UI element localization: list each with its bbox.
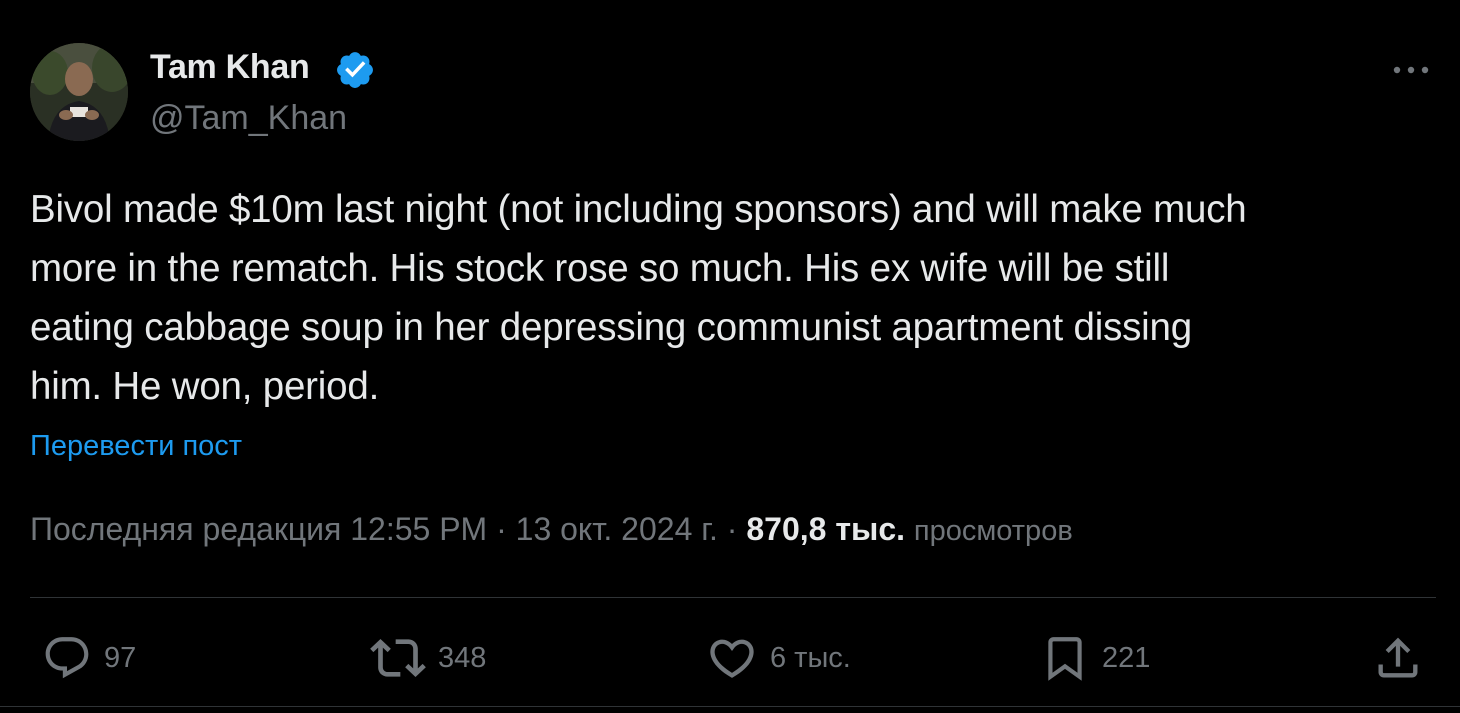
heart-icon bbox=[710, 639, 754, 678]
bookmark-button[interactable]: 221 bbox=[1040, 628, 1150, 688]
tweet-date[interactable]: 13 окт. 2024 г. bbox=[516, 511, 718, 547]
author-handle[interactable]: @Tam_Khan bbox=[150, 99, 347, 138]
translate-post-link[interactable]: Перевести пост bbox=[30, 430, 242, 463]
tweet-text: Bivol made $10m last night (not includin… bbox=[30, 188, 1247, 408]
avatar-image bbox=[30, 43, 128, 141]
meta-separator: · bbox=[496, 511, 507, 547]
reply-button[interactable]: 97 bbox=[42, 628, 136, 688]
edited-label[interactable]: Последняя редакция bbox=[30, 511, 341, 547]
divider bbox=[30, 597, 1436, 598]
author-name[interactable]: Tam Khan bbox=[150, 48, 310, 87]
repost-icon bbox=[370, 639, 426, 677]
action-bar: 97 348 6 тыс. 221 bbox=[0, 628, 1460, 688]
views-count[interactable]: 870,8 тыс. bbox=[746, 511, 905, 547]
reply-count: 97 bbox=[104, 641, 137, 674]
views-label[interactable]: просмотров bbox=[914, 515, 1073, 547]
like-button[interactable]: 6 тыс. bbox=[706, 628, 851, 688]
more-options-button[interactable] bbox=[1388, 52, 1434, 88]
tweet-meta: Последняя редакция 12:55 PM · 13 окт. 20… bbox=[30, 511, 1073, 548]
reply-bubble-icon bbox=[45, 637, 89, 679]
tweet-time[interactable]: 12:55 PM bbox=[350, 511, 487, 547]
share-upload-icon bbox=[1378, 637, 1418, 678]
tweet-card: Tam Khan @Tam_Khan Bivol made $10m last … bbox=[0, 0, 1460, 713]
share-button[interactable] bbox=[1372, 628, 1424, 688]
repost-button[interactable]: 348 bbox=[370, 628, 486, 688]
repost-count: 348 bbox=[438, 641, 487, 674]
more-horizontal-icon bbox=[1393, 66, 1429, 74]
avatar[interactable] bbox=[30, 43, 128, 141]
bookmark-icon bbox=[1048, 637, 1082, 681]
bookmark-count: 221 bbox=[1102, 641, 1151, 674]
meta-separator: · bbox=[726, 511, 738, 547]
verified-badge-icon[interactable] bbox=[334, 49, 376, 91]
like-count: 6 тыс. bbox=[770, 641, 851, 674]
bottom-divider bbox=[0, 706, 1460, 707]
